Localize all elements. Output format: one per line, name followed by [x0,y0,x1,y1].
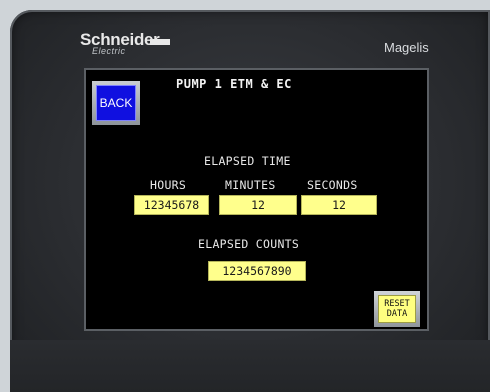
back-button[interactable]: BACK [92,81,140,125]
hmi-screen: PUMP 1 ETM & EC BACK ELAPSED TIME HOURS … [84,68,429,331]
device-bezel-bottom [10,340,490,392]
reset-data-label-line2: DATA [386,309,408,319]
seconds-label: SECONDS [307,178,358,192]
seconds-field[interactable]: 12 [301,195,377,215]
page-title: PUMP 1 ETM & EC [176,77,292,91]
hours-field[interactable]: 12345678 [134,195,209,215]
minutes-field[interactable]: 12 [219,195,297,215]
elapsed-counts-label: ELAPSED COUNTS [198,237,300,251]
counts-field[interactable]: 1234567890 [208,261,306,281]
hours-label: HOURS [150,178,187,192]
reset-data-button-face: RESET DATA [378,295,416,323]
reset-data-label-line1: RESET [384,299,410,309]
back-button-label: BACK [96,85,136,121]
brand-logo-sub: Electric [92,46,126,56]
brand-logo-bar [150,39,170,45]
reset-data-button[interactable]: RESET DATA [374,291,420,327]
elapsed-time-label: ELAPSED TIME [204,154,291,168]
model-label: Magelis [384,40,429,55]
minutes-label: MINUTES [225,178,276,192]
hmi-device: Schneider Electric Magelis PUMP 1 ETM & … [0,0,490,392]
